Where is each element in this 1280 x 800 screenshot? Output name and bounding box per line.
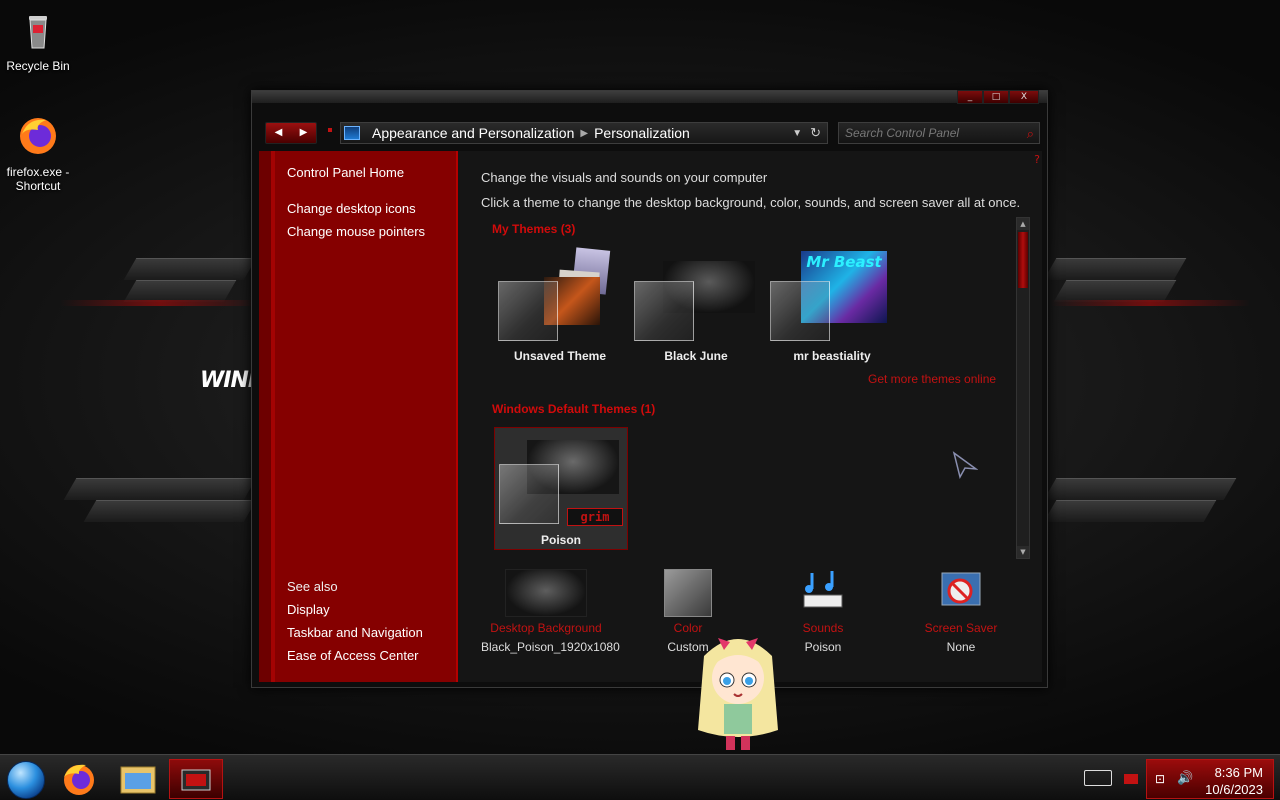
chevron-down-icon[interactable]: ▼ [792, 128, 802, 139]
grim-logo: grim [567, 508, 623, 526]
clock-time: 8:36 PM [1214, 765, 1263, 780]
desktop-icon-firefox[interactable]: firefox.exe - Shortcut [0, 114, 76, 193]
back-button[interactable]: ◀ [266, 123, 291, 143]
my-themes-heading: My Themes (3) [492, 222, 576, 236]
screen-saver-value: None [946, 640, 976, 654]
theme-poison[interactable]: grim Poison [494, 427, 628, 550]
breadcrumb-separator: ▶ [580, 127, 589, 139]
breadcrumb-personalization[interactable]: Personalization [594, 125, 690, 141]
desktop-background-item[interactable]: Desktop Background Black_Poison_1920x108… [481, 569, 620, 654]
maximize-button[interactable]: □ [983, 90, 1009, 104]
minimize-button[interactable]: _ [957, 90, 983, 104]
sidebar-link-change-mouse-pointers[interactable]: Change mouse pointers [287, 224, 425, 239]
sidebar: Control Panel Home Change desktop icons … [259, 151, 458, 682]
scroll-up-icon[interactable]: ▲ [1017, 218, 1029, 230]
taskbar: ⊡ 🔊 8:36 PM 10/6/2023 [0, 754, 1280, 800]
address-bar[interactable]: Appearance and Personalization ▶ Persona… [340, 122, 828, 144]
default-themes-heading: Windows Default Themes (1) [492, 402, 656, 416]
volume-icon[interactable]: 🔊 [1177, 771, 1193, 786]
firefox-icon [20, 118, 56, 154]
nav-buttons: ◀ ▶ [265, 122, 317, 144]
title-bar[interactable]: _ □ X [252, 90, 1047, 104]
taskbar-file-explorer[interactable] [111, 759, 165, 799]
action-center-icon[interactable] [1124, 774, 1138, 784]
theme-mr-beastiality[interactable]: Mr Beast mr beastiality [764, 247, 900, 369]
cartoon-character-sticker [698, 638, 778, 750]
firefox-icon [64, 764, 94, 795]
sidebar-link-display[interactable]: Display [287, 602, 330, 617]
desktop-icon-label: Recycle Bin [6, 59, 70, 73]
desktop-background-title: Desktop Background [490, 621, 602, 635]
taskbar-firefox[interactable] [52, 759, 106, 799]
music-note-icon [803, 571, 843, 608]
search-input[interactable]: Search Control Panel ⌕ [838, 122, 1040, 144]
scroll-down-icon[interactable]: ▼ [1017, 546, 1029, 558]
taskbar-control-panel[interactable] [169, 759, 223, 799]
wallpaper-thumb-icon [505, 569, 587, 617]
page-title: Change the visuals and sounds on your co… [481, 170, 768, 185]
breadcrumb-appearance[interactable]: Appearance and Personalization [372, 125, 574, 141]
sidebar-link-taskbar-navigation[interactable]: Taskbar and Navigation [287, 625, 423, 640]
desktop-icon-label: firefox.exe - Shortcut [6, 165, 70, 193]
sidebar-link-ease-of-access[interactable]: Ease of Access Center [287, 648, 419, 663]
theme-thumb-glass [499, 464, 559, 524]
window-controls: _ □ X [957, 90, 1039, 104]
sidebar-link-control-panel-home[interactable]: Control Panel Home [287, 165, 404, 180]
control-panel-icon [181, 769, 211, 791]
theme-label: Poison [540, 533, 581, 547]
screen-saver-title: Screen Saver [924, 621, 998, 635]
main-content: ? Change the visuals and sounds on your … [458, 151, 1042, 682]
sidebar-link-change-desktop-icons[interactable]: Change desktop icons [287, 201, 416, 216]
theme-thumb-glass [634, 281, 694, 341]
theme-thumb-glass [498, 281, 558, 341]
screen-saver-item[interactable]: Screen Saver None [896, 569, 1026, 654]
folder-icon [120, 766, 156, 794]
theme-label: mr beastiality [793, 349, 871, 363]
help-icon[interactable]: ? [1034, 153, 1040, 166]
color-swatch-icon [664, 569, 712, 617]
theme-black-june[interactable]: Black June [628, 247, 764, 369]
network-icon[interactable]: ⊡ [1155, 772, 1165, 786]
refresh-icon[interactable]: ↻ [810, 125, 821, 141]
desktop-background-value: Black_Poison_1920x1080 [481, 640, 620, 654]
start-orb-icon[interactable] [7, 761, 45, 799]
close-button[interactable]: X [1009, 90, 1039, 104]
recent-pages-icon[interactable] [328, 128, 332, 132]
mouse-cursor-icon [952, 451, 978, 479]
personalization-window: _ □ X ◀ ▶ Appearance and Personalization… [251, 90, 1048, 688]
keyboard-icon[interactable] [1084, 770, 1112, 786]
clock[interactable]: 8:36 PM 10/6/2023 [1205, 764, 1263, 798]
forward-button[interactable]: ▶ [291, 123, 316, 143]
system-tray: ⊡ 🔊 8:36 PM 10/6/2023 [1146, 759, 1274, 799]
themes-scrollbar[interactable]: ▲ ▼ [1016, 217, 1030, 559]
theme-unsaved[interactable]: Unsaved Theme [492, 247, 628, 369]
mrbeast-thumb-text: Mr Beast [806, 253, 882, 271]
search-icon[interactable]: ⌕ [1027, 124, 1034, 144]
page-description: Click a theme to change the desktop back… [481, 195, 1021, 210]
clock-date: 10/6/2023 [1205, 782, 1263, 797]
control-panel-icon [344, 126, 360, 140]
desktop-icon-recycle-bin[interactable]: Recycle Bin [0, 8, 76, 73]
theme-label: Unsaved Theme [513, 349, 607, 363]
recycle-bin-icon [29, 16, 47, 49]
scrollbar-thumb[interactable] [1018, 232, 1028, 288]
theme-label: Black June [664, 349, 728, 363]
see-also-heading: See also [287, 579, 338, 594]
get-more-themes-link[interactable]: Get more themes online [868, 372, 996, 386]
screen-saver-icon [941, 572, 981, 606]
theme-thumb-glass [770, 281, 830, 341]
search-placeholder: Search Control Panel [845, 126, 960, 140]
